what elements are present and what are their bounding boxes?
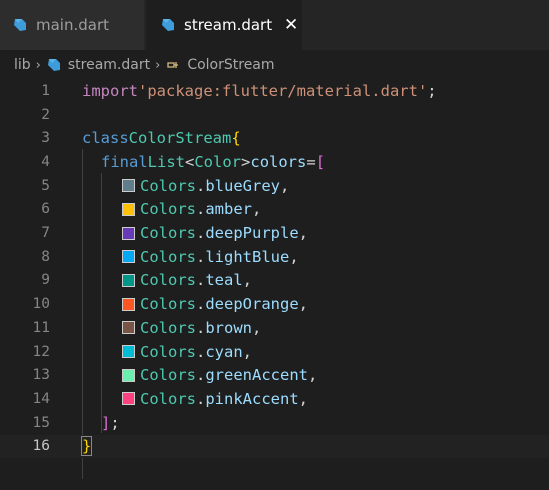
code-line[interactable]: 9 Colors. teal, (0, 269, 549, 293)
color-swatch-icon[interactable] (122, 345, 135, 359)
code-line[interactable]: 4 final List < Color > colors = [ (0, 150, 549, 174)
tab-label: stream.dart (184, 16, 273, 34)
breadcrumb-file-label: stream.dart (67, 57, 151, 73)
line-number: 12 (32, 343, 50, 360)
line-number: 9 (41, 272, 50, 289)
line-number: 11 (32, 319, 50, 336)
code-line[interactable]: 10 Colors. deepOrange, (0, 292, 549, 316)
code-text: Colors. amber, (122, 200, 261, 218)
code-text: Colors. deepPurple, (122, 224, 308, 242)
code-line[interactable]: 12 Colors. cyan, (0, 340, 549, 364)
line-number: 16 (32, 438, 50, 455)
class-symbol-icon (165, 57, 181, 73)
code-editor[interactable]: 1 import 'package:flutter/material.dart'… (0, 78, 549, 490)
code-line[interactable]: 11 Colors. brown, (0, 316, 549, 340)
chevron-right-icon: › (155, 57, 161, 73)
code-text: } (80, 436, 93, 457)
code-line-current[interactable]: 16 } (0, 434, 549, 459)
line-number: 7 (41, 225, 50, 242)
code-text: Colors. greenAccent, (122, 366, 317, 384)
line-number: 15 (32, 414, 50, 431)
line-number: 2 (41, 106, 50, 123)
color-swatch-icon[interactable] (122, 321, 135, 335)
tab-stream-dart[interactable]: stream.dart ✕ (146, 0, 302, 51)
line-number: 4 (41, 153, 50, 170)
line-number: 3 (41, 130, 50, 147)
dart-icon (160, 17, 176, 33)
color-swatch-icon[interactable] (122, 202, 135, 216)
line-number: 10 (32, 296, 50, 313)
code-text: final List < Color > colors = [ (101, 152, 326, 171)
dart-icon (12, 17, 28, 33)
code-text: Colors. cyan, (122, 343, 252, 361)
code-text: Colors. deepOrange, (122, 295, 308, 313)
code-line[interactable]: 8 Colors. lightBlue, (0, 245, 549, 269)
color-swatch-icon[interactable] (122, 226, 135, 240)
code-line[interactable]: 7 Colors. deepPurple, (0, 221, 549, 245)
code-text: Colors. brown, (122, 319, 261, 337)
code-text: ]; (101, 413, 120, 432)
code-text: class ColorStream { (82, 129, 241, 148)
line-number: 6 (41, 201, 50, 218)
line-number: 5 (41, 177, 50, 194)
tab-bar: main.dart stream.dart ✕ (0, 0, 549, 51)
active-tab-indicator (146, 48, 302, 50)
code-line[interactable]: 2 (0, 103, 549, 127)
tab-label: main.dart (36, 16, 110, 34)
code-line[interactable]: 1 import 'package:flutter/material.dart'… (0, 79, 549, 103)
color-swatch-icon[interactable] (122, 273, 135, 287)
code-text: Colors. blueGrey, (122, 177, 289, 195)
code-text: Colors. lightBlue, (122, 248, 299, 266)
color-swatch-icon[interactable] (122, 368, 135, 382)
code-line[interactable]: 3 class ColorStream { (0, 126, 549, 150)
code-line[interactable]: 5 Colors. blueGrey, (0, 174, 549, 198)
dart-icon (46, 57, 62, 73)
code-line[interactable]: 15 ]; (0, 411, 549, 435)
breadcrumb-folder[interactable]: lib (14, 57, 31, 73)
color-swatch-icon[interactable] (122, 297, 135, 311)
line-number: 14 (32, 390, 50, 407)
color-swatch-icon[interactable] (122, 179, 135, 193)
tab-main-dart[interactable]: main.dart (0, 0, 144, 50)
code-line[interactable]: 6 Colors. amber, (0, 198, 549, 222)
color-swatch-icon[interactable] (122, 392, 135, 406)
chevron-right-icon: › (35, 57, 41, 73)
code-text: import 'package:flutter/material.dart'; (82, 81, 437, 100)
line-number: 8 (41, 248, 50, 265)
line-number: 1 (41, 82, 50, 99)
code-line[interactable]: 14 Colors. pinkAccent, (0, 387, 549, 411)
code-line[interactable]: 13 Colors. greenAccent, (0, 363, 549, 387)
breadcrumb-symbol[interactable]: ColorStream (165, 57, 275, 73)
code-text: Colors. pinkAccent, (122, 390, 308, 408)
close-icon[interactable]: ✕ (282, 15, 300, 35)
breadcrumb: lib › stream.dart › ColorStream (0, 52, 549, 78)
breadcrumb-file[interactable]: stream.dart (46, 57, 150, 73)
breadcrumb-symbol-label: ColorStream (187, 57, 275, 73)
code-text: Colors. teal, (122, 271, 252, 289)
color-swatch-icon[interactable] (122, 250, 135, 264)
line-number: 13 (32, 367, 50, 384)
